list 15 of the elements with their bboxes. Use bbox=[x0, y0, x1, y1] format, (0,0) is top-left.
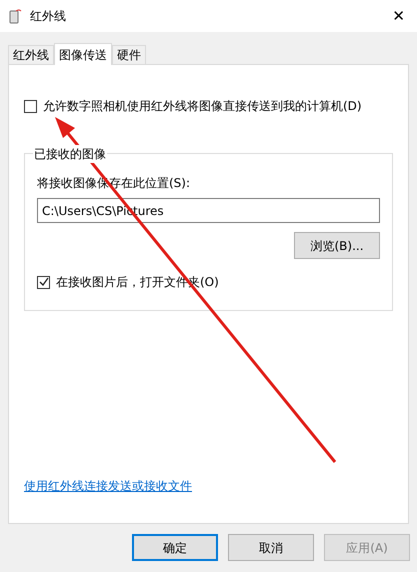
link[interactable]: 使用红外线连接发送或接收文件 bbox=[24, 477, 393, 495]
tab[interactable]: 图像传送 bbox=[54, 43, 112, 65]
tab[interactable]: 硬件 bbox=[112, 45, 146, 64]
infrared-device-icon bbox=[8, 8, 22, 24]
tab[interactable]: 红外线 bbox=[8, 45, 54, 64]
checkbox[interactable] bbox=[24, 100, 37, 112]
checkbox-label: 允许数字照相机使用红外线将图像直接传送到我的计算机(D) bbox=[43, 98, 362, 115]
window-title: 红外线 bbox=[30, 8, 66, 25]
checkbox[interactable] bbox=[37, 276, 50, 288]
browse-button[interactable]: 浏览(B)... bbox=[294, 232, 380, 259]
dialog-button[interactable]: 取消 bbox=[228, 534, 314, 561]
group-title: 已接收的图像 bbox=[33, 145, 107, 163]
checkmark-icon bbox=[38, 277, 48, 287]
dialog-button[interactable]: 确定 bbox=[132, 534, 218, 561]
close-button[interactable]: ✕ bbox=[388, 4, 409, 28]
